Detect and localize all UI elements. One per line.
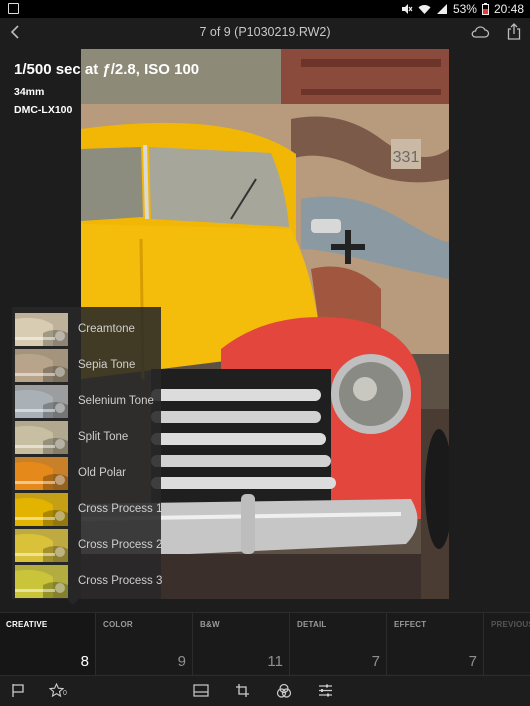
preset-item[interactable]: Cross Process 3 <box>12 563 163 599</box>
preset-thumbnail <box>15 312 68 346</box>
preset-item[interactable]: Split Tone <box>12 419 161 455</box>
tab-previous[interactable]: PREVIOUS <box>485 613 530 675</box>
camera-model: DMC-LX100 <box>14 104 73 116</box>
share-icon[interactable] <box>507 23 521 40</box>
tab-count: 7 <box>371 653 380 670</box>
flag-icon[interactable] <box>11 683 26 698</box>
battery-percent: 53% <box>452 2 477 16</box>
svg-text:331: 331 <box>393 149 420 166</box>
tab-effect[interactable]: EFFECT 7 <box>388 613 484 675</box>
adjust-sliders-icon[interactable] <box>318 683 333 698</box>
preset-item[interactable]: Cross Process 1 <box>12 491 163 527</box>
bottom-toolbar: 0 <box>0 675 530 706</box>
preset-item[interactable]: Selenium Tone <box>12 383 161 419</box>
tab-label: CREATIVE <box>6 620 48 629</box>
preset-label: Cross Process 2 <box>78 539 163 551</box>
gallery-icon <box>8 3 19 14</box>
tab-label: COLOR <box>103 620 133 629</box>
tab-detail[interactable]: DETAIL 7 <box>291 613 387 675</box>
preset-thumbnail <box>15 564 68 598</box>
tab-label: EFFECT <box>394 620 427 629</box>
tab-label: B&W <box>200 620 220 629</box>
preset-label: Cross Process 3 <box>78 575 163 587</box>
battery-icon <box>481 3 489 15</box>
star-icon[interactable] <box>49 683 64 698</box>
tab-creative[interactable]: CREATIVE 8 <box>0 613 96 675</box>
signal-icon <box>436 3 447 14</box>
tab-count: 8 <box>80 653 89 670</box>
photo-title: 7 of 9 (P1030219.RW2) <box>199 25 331 39</box>
preset-thumbnail <box>15 420 68 454</box>
preset-label: Creamtone <box>78 323 135 335</box>
exposure-info: 1/500 sec at ƒ/2.8, ISO 100 <box>14 61 200 78</box>
tab-bw[interactable]: B&W 11 <box>194 613 290 675</box>
preset-label: Sepia Tone <box>78 359 136 371</box>
preset-item[interactable]: Creamtone <box>12 311 161 347</box>
preset-thumbnail <box>15 384 68 418</box>
tab-color[interactable]: COLOR 9 <box>97 613 193 675</box>
photo-info-overlay: 1/500 sec at ƒ/2.8, ISO 100 34mm DMC-LX1… <box>14 61 199 116</box>
preset-thumbnail <box>15 492 68 526</box>
focal-length: 34mm <box>14 86 45 98</box>
preset-thumbnail <box>15 456 68 490</box>
clock: 20:48 <box>493 2 524 16</box>
preset-list-pointer <box>67 599 79 605</box>
preset-category-tabs: CREATIVE 8 COLOR 9 B&W 11 DETAIL 7 EFFECT 7 PREVIO… <box>0 612 530 675</box>
mute-icon <box>401 4 413 14</box>
preset-label: Old Polar <box>78 467 126 479</box>
preset-list: Creamtone Sepia Tone Selenium Tone Split To… <box>12 307 163 599</box>
preset-item[interactable]: Old Polar <box>12 455 161 491</box>
cloud-sync-icon[interactable] <box>470 25 490 39</box>
preset-label: Split Tone <box>78 431 129 443</box>
color-mix-icon[interactable] <box>276 683 292 699</box>
tab-count: 9 <box>177 653 186 670</box>
preset-label: Selenium Tone <box>78 395 154 407</box>
rating-count: 0 <box>63 690 67 697</box>
tab-count: 11 <box>267 653 283 670</box>
preset-item[interactable]: Sepia Tone <box>12 347 161 383</box>
presets-icon[interactable] <box>193 683 209 698</box>
preset-thumbnail <box>15 528 68 562</box>
preset-label: Cross Process 1 <box>78 503 163 515</box>
tab-count: 7 <box>468 653 477 670</box>
wifi-icon <box>418 4 431 14</box>
tab-label: PREVIOUS <box>491 620 530 629</box>
top-bar: 7 of 9 (P1030219.RW2) <box>0 18 530 48</box>
tab-label: DETAIL <box>297 620 327 629</box>
status-bar: 53% 20:48 <box>0 0 530 18</box>
preset-item[interactable]: Cross Process 2 <box>12 527 163 563</box>
preset-thumbnail <box>15 348 68 382</box>
crop-icon[interactable] <box>235 683 250 698</box>
